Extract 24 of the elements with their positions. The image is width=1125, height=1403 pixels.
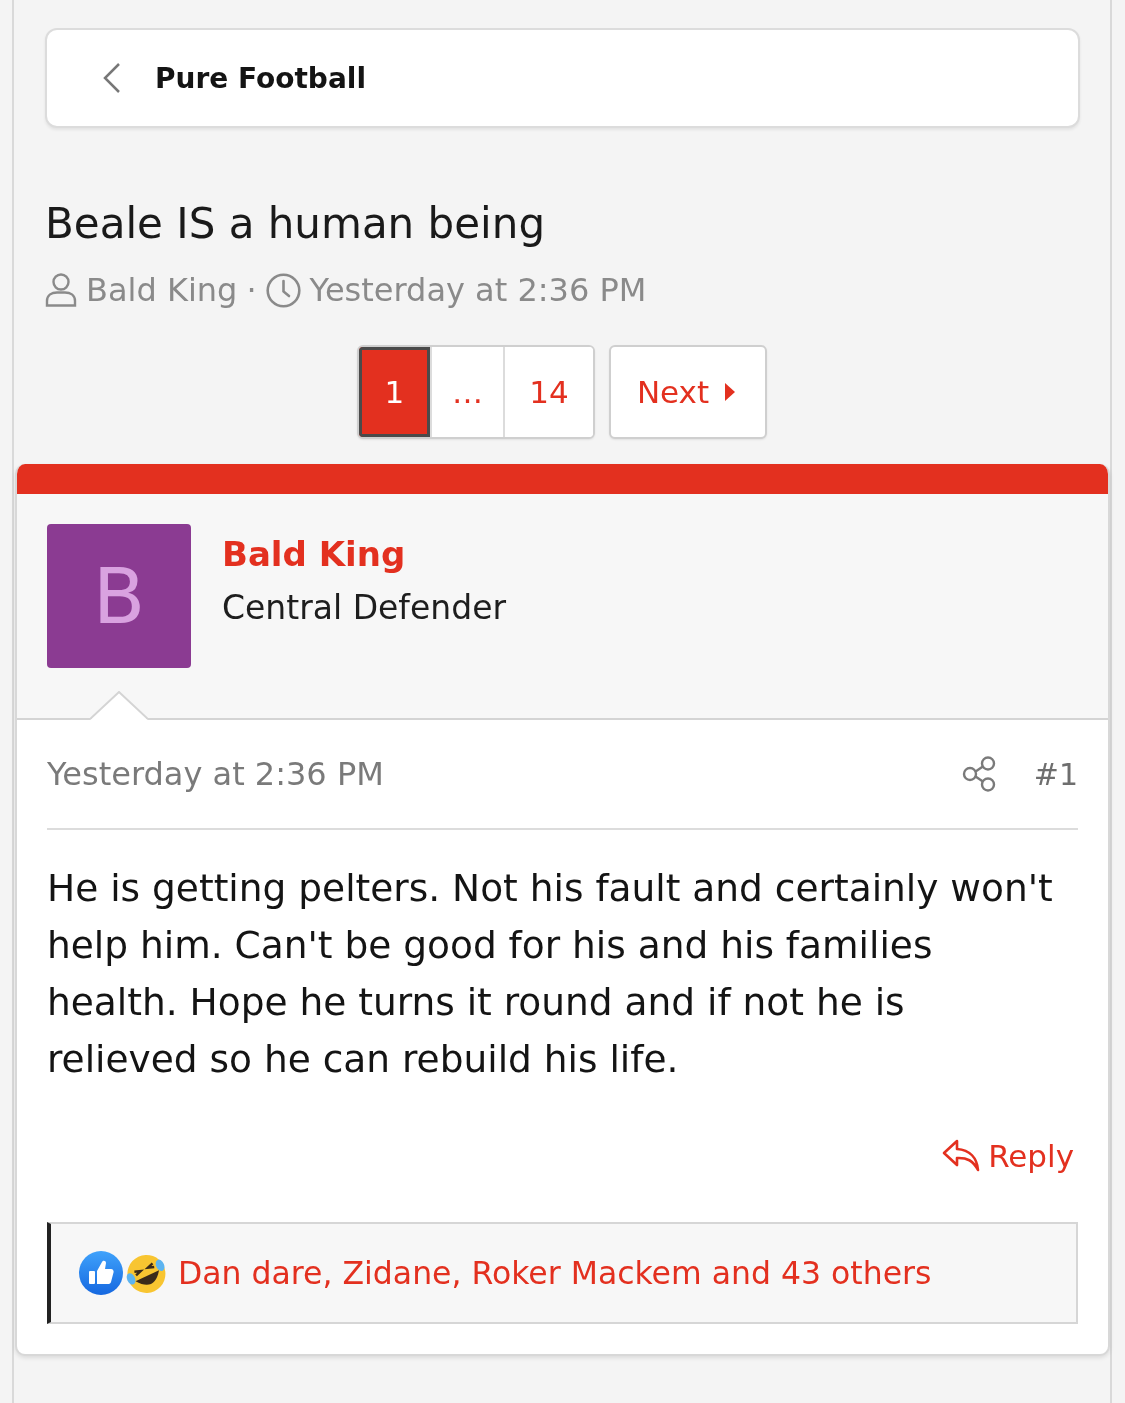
- share-icon[interactable]: [961, 756, 996, 792]
- user-icon: [45, 273, 77, 307]
- post-number-link[interactable]: #1: [1033, 756, 1078, 792]
- reply-icon: [942, 1139, 981, 1173]
- thumbs-up-icon: [78, 1250, 124, 1296]
- thread-author: Bald King: [86, 270, 238, 311]
- page-button[interactable]: …: [431, 347, 505, 437]
- user-role: Central Defender: [222, 587, 506, 629]
- clock-icon: [265, 272, 301, 308]
- page-button[interactable]: 14: [504, 347, 593, 437]
- avatar[interactable]: B: [47, 524, 191, 668]
- breadcrumb-link[interactable]: Pure Football: [45, 28, 1080, 128]
- thread-title: Beale IS a human being: [45, 198, 547, 250]
- user-name-link[interactable]: Bald King: [222, 528, 506, 580]
- caret-icon: [725, 383, 736, 401]
- thread-date: Yesterday at 2:36 PM: [309, 270, 647, 311]
- next-page-button[interactable]: Next: [608, 345, 768, 439]
- post-message: He is getting pelters. Not his fault and certainly won't help him. Can't be good for his and his families health. Hope he turns it round and if not he is relieved so he can rebuild his life.: [47, 865, 1054, 1083]
- reply-link[interactable]: Reply: [942, 1134, 1078, 1178]
- meta-separator: ·: [246, 270, 257, 311]
- page-button[interactable]: 1: [358, 347, 432, 437]
- reactions-link[interactable]: Dan dare, Zidane, Roker Mackem and 43 others: [178, 1255, 932, 1291]
- post-date: Yesterday at 2:36 PM: [47, 755, 385, 793]
- back-chevron-icon: [103, 63, 121, 93]
